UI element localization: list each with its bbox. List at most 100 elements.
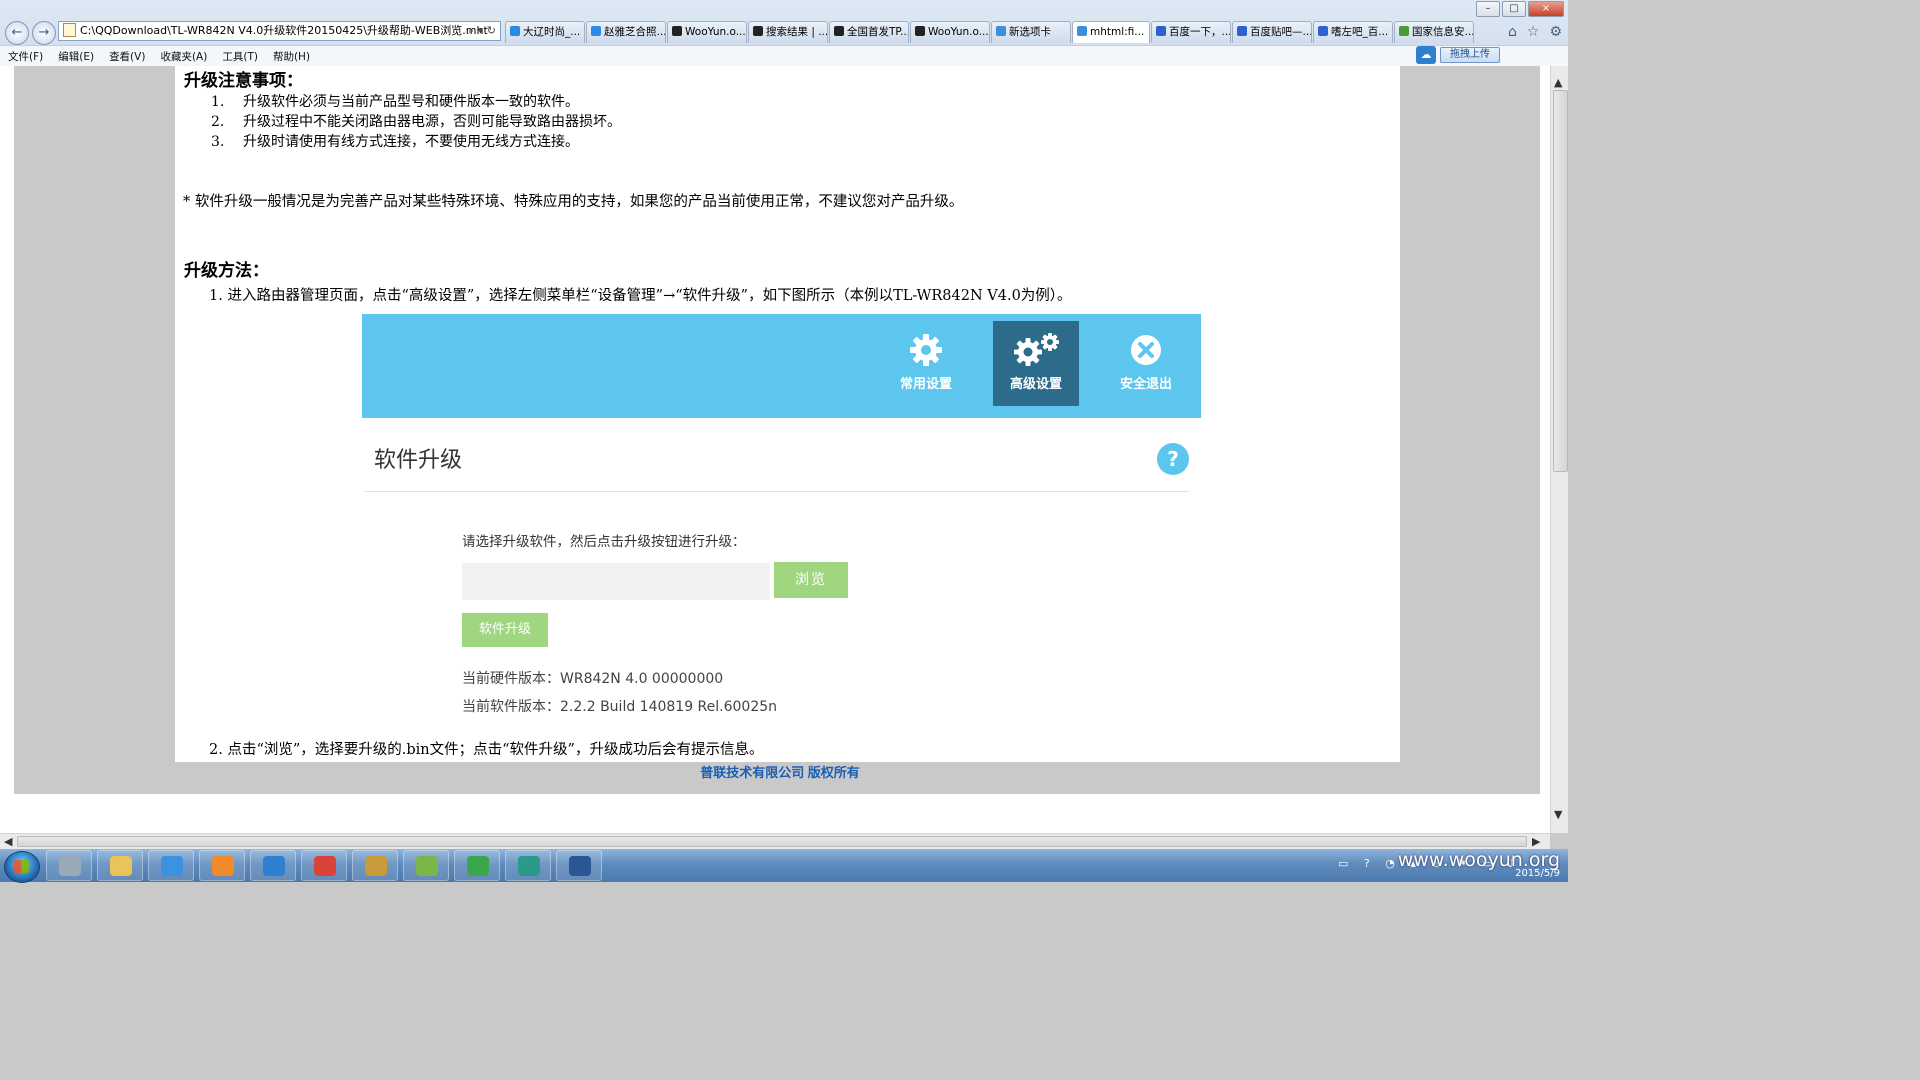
explorer-icon (110, 856, 132, 876)
globe-icon (518, 856, 540, 876)
router-page-title: 软件升级 (374, 448, 463, 473)
step-1-text: 1. 进入路由器管理页面，点击“高级设置”，选择左侧菜单栏“设备管理”→“软件升… (209, 288, 1072, 304)
menu-item[interactable]: 收藏夹(A) (152, 49, 214, 64)
upgrade-note: * 软件升级一般情况是为完善产品对某些特殊环境、特殊应用的支持，如果您的产品当前… (183, 194, 964, 210)
forward-button[interactable]: → (32, 21, 56, 45)
tab-label: 赵雅芝合照... (604, 26, 666, 38)
taskbar-button[interactable] (46, 850, 92, 881)
drag-upload-button[interactable]: 拖拽上传 (1440, 47, 1500, 63)
tab-label: 百度一下，... (1169, 26, 1231, 38)
vertical-scroll-thumb[interactable] (1553, 90, 1568, 472)
tab-label: 百度贴吧—... (1250, 26, 1312, 38)
vertical-scrollbar[interactable]: ▲ ▼ (1550, 66, 1568, 833)
browser-tab[interactable]: 搜索结果 | ... (748, 21, 828, 43)
taskbar-button[interactable] (148, 850, 194, 881)
tab-label: 大辽时尚_... (523, 26, 581, 38)
list-number: 3. (211, 134, 225, 150)
browser-tab[interactable]: mhtml:fi...× (1072, 21, 1150, 43)
notes-heading: 升级注意事项： (184, 71, 303, 91)
tab-favicon-icon (996, 26, 1006, 36)
menu-item[interactable]: 帮助(H) (265, 49, 317, 64)
back-button[interactable]: ← (5, 21, 29, 45)
horizontal-scroll-thumb[interactable] (17, 836, 1527, 847)
address-bar[interactable]: C:\QQDownload\TL-WR842N V4.0升级软件20150425… (58, 21, 501, 41)
taskbar-button[interactable] (556, 850, 602, 881)
browser-tab[interactable]: 国家信息安... (1394, 21, 1474, 43)
browser-tab[interactable]: 赵雅芝合照... (586, 21, 666, 43)
cloud-upload-icon[interactable]: ☁ (1416, 46, 1436, 64)
menu-item[interactable]: 编辑(E) (50, 49, 101, 64)
taskbar-button[interactable] (403, 850, 449, 881)
maximize-button[interactable]: □ (1502, 1, 1526, 17)
tab-label: 搜索结果 | ... (766, 26, 828, 38)
browser-tab[interactable]: WooYun.o... (667, 21, 747, 43)
star-icon[interactable]: ☆ (1527, 24, 1540, 40)
list-number: 1. (211, 94, 225, 110)
exit-icon (1131, 335, 1161, 365)
copyright-text[interactable]: 普联技术有限公司 版权所有 (700, 765, 860, 780)
hardware-version: 当前硬件版本：WR842N 4.0 00000000 (462, 671, 724, 687)
address-tools[interactable]: ⌕ ▾ ↻ (468, 22, 496, 40)
browser-chrome: – □ × ← → C:\QQDownload\TL-WR842N V4.0升级… (0, 0, 1568, 67)
ie-icon (161, 856, 183, 876)
taskbar: ▭ ? ◔ ▴ ♨ ⚑ ▭ ♪ www.wooyun.org 2015/5/9 (0, 849, 1568, 883)
scroll-up-icon[interactable]: ▲ (1554, 76, 1562, 89)
taskbar-button[interactable] (301, 850, 347, 881)
taskbar-button[interactable] (199, 850, 245, 881)
cloud-icon (263, 856, 285, 876)
tab-label: mhtml:fi... (1090, 26, 1145, 38)
arrow-right-icon: → (38, 25, 50, 40)
nav-label: 安全退出 (1119, 377, 1172, 392)
tab-favicon-icon (753, 26, 763, 36)
menu-item[interactable]: 查看(V) (101, 49, 152, 64)
tab-label: WooYun.o... (928, 26, 989, 38)
browser-tab[interactable]: 百度贴吧—... (1232, 21, 1312, 43)
browser-tab[interactable]: 大辽时尚_... (505, 21, 585, 43)
tab-label: 嗜左吧_百... (1331, 26, 1389, 38)
taskbar-button[interactable] (454, 850, 500, 881)
browser-tab[interactable]: 全国首发TP... (829, 21, 909, 43)
tab-favicon-icon (1077, 26, 1087, 36)
word-icon (569, 856, 591, 876)
page-viewport: 升级注意事项： 1. 升级软件必须与当前产品型号和硬件版本一致的软件。 2. 升级过程… (0, 66, 1550, 833)
clock-date[interactable]: 2015/5/9 (1515, 868, 1560, 879)
browser-tab[interactable]: 新选项卡 (991, 21, 1071, 43)
nav-advanced-settings: 高级设置 (993, 321, 1079, 406)
horizontal-scrollbar[interactable]: ◀ ▶ (0, 833, 1550, 850)
browser-tab[interactable]: 百度一下，... (1151, 21, 1231, 43)
list-item: 3. 升级时请使用有线方式连接，不要使用无线方式连接。 (211, 132, 621, 152)
minimize-button[interactable]: – (1476, 1, 1500, 17)
taskbar-button[interactable] (505, 850, 551, 881)
scroll-left-icon[interactable]: ◀ (4, 835, 12, 848)
browser-tab[interactable]: WooYun.o... (910, 21, 990, 43)
browser-tab[interactable]: 嗜左吧_百... (1313, 21, 1393, 43)
tab-favicon-icon (591, 26, 601, 36)
taskbar-button[interactable] (250, 850, 296, 881)
list-item: 1. 升级软件必须与当前产品型号和硬件版本一致的软件。 (211, 92, 621, 112)
router-header: 常用设置 高级设置 安全退出 (362, 314, 1201, 418)
tab-favicon-icon (1318, 26, 1328, 36)
scroll-down-icon[interactable]: ▼ (1554, 808, 1562, 821)
arrow-left-icon: ← (11, 25, 23, 40)
file-path-field (462, 563, 770, 600)
k-app-icon (59, 856, 81, 876)
gear-icon[interactable]: ⚙ (1549, 24, 1562, 40)
gears-icon (1014, 333, 1059, 366)
help-document: 升级注意事项： 1. 升级软件必须与当前产品型号和硬件版本一致的软件。 2. 升级过程… (175, 66, 1400, 762)
menu-item[interactable]: 工具(T) (214, 49, 265, 64)
system-tray: ▭ ? ◔ ▴ ♨ ⚑ ▭ ♪ www.wooyun.org 2015/5/9 (1338, 849, 1568, 882)
home-icon[interactable]: ⌂ (1508, 24, 1517, 40)
method-heading: 升级方法： (184, 261, 269, 281)
nav-label: 高级设置 (1009, 377, 1062, 392)
list-number: 2. (211, 114, 225, 130)
start-button[interactable] (4, 851, 40, 883)
software-upgrade-button: 软件升级 (462, 613, 548, 647)
scroll-right-icon[interactable]: ▶ (1532, 835, 1540, 848)
taskbar-button[interactable] (97, 850, 143, 881)
media-player-icon (212, 856, 234, 876)
gear-icon (910, 334, 942, 366)
upgrade-prompt: 请选择升级软件，然后点击升级按钮进行升级： (462, 534, 746, 550)
menu-item[interactable]: 文件(F) (0, 49, 50, 64)
taskbar-button[interactable] (352, 850, 398, 881)
close-window-button[interactable]: × (1528, 1, 1564, 17)
